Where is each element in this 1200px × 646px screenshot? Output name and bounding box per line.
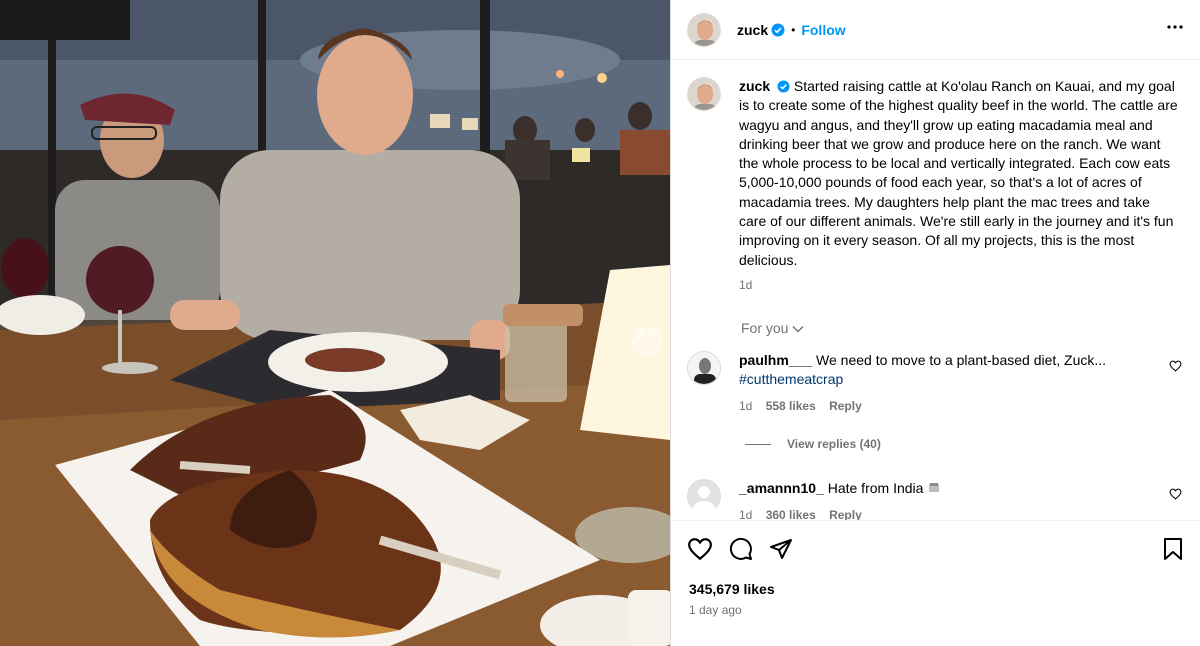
- comment-age[interactable]: 1d: [739, 508, 752, 520]
- comment-hashtag[interactable]: #cutthemeatcrap: [739, 371, 843, 387]
- default-avatar-icon: [687, 479, 721, 513]
- post-photo[interactable]: [0, 0, 670, 646]
- comment-reply-button[interactable]: Reply: [829, 399, 862, 413]
- chevron-right-icon: [636, 328, 644, 340]
- comments-filter-label: For you: [741, 320, 789, 336]
- author-avatar[interactable]: [687, 12, 721, 47]
- heart-icon: [688, 538, 712, 561]
- share-button[interactable]: [769, 537, 793, 564]
- comment-like-button[interactable]: [1169, 359, 1182, 375]
- save-button[interactable]: [1162, 537, 1184, 564]
- comment-age[interactable]: 1d: [739, 399, 752, 413]
- instagram-post: zuck • Follow zuck Started raising cattl…: [0, 0, 1200, 646]
- post-photo-illustration: [0, 0, 670, 646]
- post-side-panel: zuck • Follow zuck Started raising cattl…: [670, 0, 1200, 646]
- more-options-button[interactable]: [1166, 18, 1184, 39]
- comment-actions: 1d 360 likes Reply: [739, 506, 941, 520]
- post-footer: 345,679 likes 1 day ago: [671, 520, 1200, 646]
- caption-age[interactable]: 1d: [739, 276, 1179, 295]
- comment-item: _amannn10_ Hate from India 1d 360 likes …: [687, 479, 1182, 520]
- follow-button[interactable]: Follow: [801, 22, 845, 38]
- author-avatar-image: [688, 13, 720, 46]
- comment-actions: 1d 558 likes Reply: [739, 397, 1106, 416]
- share-icon: [770, 539, 792, 559]
- caption-author-avatar[interactable]: [687, 77, 721, 111]
- emoji-icon: [929, 483, 940, 492]
- author-username[interactable]: zuck: [737, 22, 768, 38]
- caption-text: Started raising cattle at Ko'olau Ranch …: [739, 78, 1178, 268]
- commenter-avatar-image: [688, 352, 720, 384]
- comment-body: paulhm___ We need to move to a plant-bas…: [739, 351, 1106, 416]
- replies-divider: [745, 443, 771, 445]
- post-action-bar: [687, 537, 793, 564]
- commenter-username[interactable]: _amannn10_: [739, 480, 824, 496]
- caption-username[interactable]: zuck: [739, 78, 770, 94]
- view-replies-button[interactable]: View replies (40): [745, 437, 881, 451]
- caption-body: zuck Started raising cattle at Ko'olau R…: [739, 77, 1179, 295]
- comments-filter-dropdown[interactable]: For you: [741, 320, 804, 336]
- like-button[interactable]: [687, 537, 713, 564]
- bookmark-icon: [1164, 538, 1182, 560]
- heart-icon: [1169, 488, 1182, 500]
- comment-text: We need to move to a plant-based diet, Z…: [816, 352, 1107, 368]
- comment-like-button[interactable]: [1169, 487, 1182, 503]
- post-date[interactable]: 1 day ago: [689, 603, 742, 617]
- commenter-avatar[interactable]: [687, 479, 721, 513]
- comment-icon: [729, 537, 752, 560]
- comment-reply-button[interactable]: Reply: [829, 508, 862, 520]
- verified-badge-icon: [771, 23, 785, 36]
- comment-likes[interactable]: 360 likes: [766, 508, 816, 520]
- comments-section[interactable]: zuck Started raising cattle at Ko'olau R…: [671, 61, 1200, 520]
- comment-text: Hate from India: [827, 480, 924, 496]
- view-replies-label: View replies (40): [787, 437, 881, 451]
- carousel-next-button[interactable]: [632, 327, 662, 357]
- comment-body: _amannn10_ Hate from India 1d 360 likes …: [739, 479, 941, 520]
- post-header: zuck • Follow: [671, 0, 1200, 60]
- comment-likes[interactable]: 558 likes: [766, 399, 816, 413]
- post-likes-count[interactable]: 345,679 likes: [689, 581, 775, 597]
- verified-badge-icon: [777, 80, 790, 93]
- comment-item: paulhm___ We need to move to a plant-bas…: [687, 351, 1182, 416]
- caption-author-avatar-image: [688, 78, 720, 110]
- more-options-icon: [1167, 25, 1183, 29]
- commenter-avatar[interactable]: [687, 351, 721, 385]
- separator-dot: •: [791, 22, 796, 37]
- caption: zuck Started raising cattle at Ko'olau R…: [687, 77, 1182, 295]
- heart-icon: [1169, 360, 1182, 372]
- comment-button[interactable]: [729, 537, 753, 564]
- chevron-down-icon: [792, 326, 804, 333]
- commenter-username[interactable]: paulhm___: [739, 352, 812, 368]
